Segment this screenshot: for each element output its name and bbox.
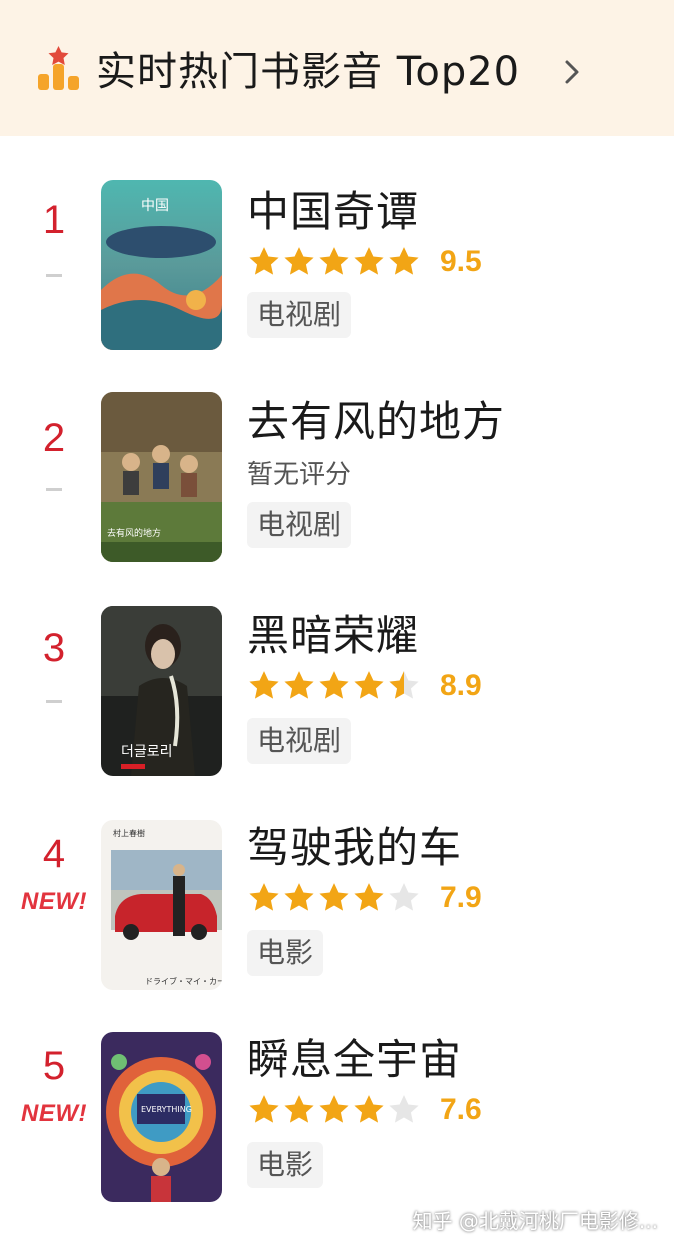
list-item[interactable]: 4 NEW! 村上春樹 ドライブ・マイ・カー 驾驶我的车 7.9 电影 bbox=[0, 776, 674, 990]
watermark: 知乎 @北戴河桃厂电影修... bbox=[412, 1209, 658, 1233]
list-item[interactable]: 1 中国 中国奇谭 9.5 电视剧 bbox=[0, 136, 674, 350]
svg-text:中国: 中国 bbox=[141, 198, 169, 214]
trend-flat-icon bbox=[46, 274, 62, 277]
rating-score: 7.9 bbox=[440, 881, 482, 914]
star-filled-icon bbox=[319, 1095, 349, 1123]
star-filled-icon bbox=[354, 1095, 384, 1123]
rating-stars bbox=[247, 1092, 422, 1128]
svg-text:EVERYTHING: EVERYTHING bbox=[141, 1105, 192, 1114]
svg-text:ドライブ・マイ・カー: ドライブ・マイ・カー bbox=[145, 976, 222, 986]
poster-artwork: 去有风的地方 bbox=[101, 392, 222, 562]
ranking-chart-icon bbox=[38, 46, 79, 90]
star-filled-icon bbox=[319, 883, 349, 911]
poster-artwork: EVERYTHING bbox=[101, 1032, 222, 1202]
poster-artwork: 더글로리 bbox=[101, 606, 222, 776]
poster-artwork: 村上春樹 ドライブ・マイ・カー bbox=[101, 820, 222, 990]
star-filled-icon bbox=[284, 247, 314, 275]
star-filled-icon bbox=[354, 247, 384, 275]
list-item[interactable]: 3 더글로리 黑暗荣耀 8.9 电视剧 bbox=[0, 562, 674, 776]
rating-score: 9.5 bbox=[440, 245, 482, 278]
rating-score: 7.6 bbox=[440, 1093, 482, 1126]
star-empty-icon bbox=[389, 1095, 419, 1123]
star-filled-icon bbox=[354, 671, 384, 699]
new-badge: NEW! bbox=[21, 1100, 87, 1127]
list-item[interactable]: 2 去有风的地方 去有风的地方 暂无评分 电视剧 bbox=[0, 348, 674, 562]
rating-stars bbox=[247, 880, 422, 916]
svg-text:村上春樹: 村上春樹 bbox=[113, 828, 145, 838]
star-filled-icon bbox=[249, 671, 279, 699]
star-empty-icon bbox=[389, 883, 419, 911]
poster-image[interactable]: 村上春樹 ドライブ・マイ・カー bbox=[101, 820, 222, 990]
trend-flat-icon bbox=[46, 700, 62, 703]
rank-number: 5 bbox=[42, 1044, 66, 1088]
rank-number: 4 bbox=[42, 832, 66, 876]
star-filled-icon bbox=[249, 1095, 279, 1123]
new-badge: NEW! bbox=[21, 888, 87, 915]
rank-number: 3 bbox=[42, 626, 66, 670]
item-title[interactable]: 中国奇谭 bbox=[247, 184, 419, 240]
no-rating-text: 暂无评分 bbox=[247, 460, 352, 490]
category-tag: 电视剧 bbox=[247, 502, 352, 548]
star-filled-icon bbox=[389, 247, 419, 275]
trend-flat-icon bbox=[46, 488, 62, 491]
star-filled-icon bbox=[284, 883, 314, 911]
item-title[interactable]: 去有风的地方 bbox=[247, 394, 505, 450]
star-filled-icon bbox=[284, 1095, 314, 1123]
poster-image[interactable]: 中国 bbox=[101, 180, 222, 350]
svg-text:去有风的地方: 去有风的地方 bbox=[107, 527, 161, 539]
poster-artwork: 中国 bbox=[101, 180, 222, 350]
star-filled-icon bbox=[249, 247, 279, 275]
star-filled-icon bbox=[284, 671, 314, 699]
star-filled-icon bbox=[319, 247, 349, 275]
chevron-right-icon[interactable] bbox=[562, 56, 584, 88]
star-filled-icon bbox=[249, 883, 279, 911]
poster-image[interactable]: 더글로리 bbox=[101, 606, 222, 776]
star-filled-icon bbox=[319, 671, 349, 699]
item-title[interactable]: 黑暗荣耀 bbox=[247, 608, 419, 664]
rating-stars bbox=[247, 668, 422, 704]
item-title[interactable]: 瞬息全宇宙 bbox=[247, 1032, 462, 1088]
rating-stars bbox=[247, 244, 422, 280]
rating-score: 8.9 bbox=[440, 669, 482, 702]
category-tag: 电影 bbox=[247, 930, 324, 976]
list-item[interactable]: 5 NEW! EVERYTHING 瞬息全宇宙 7.6 电影 bbox=[0, 988, 674, 1202]
rank-number: 2 bbox=[42, 416, 66, 460]
item-title[interactable]: 驾驶我的车 bbox=[247, 820, 462, 876]
top20-header[interactable]: 实时热门书影音 Top20 bbox=[0, 0, 674, 136]
star-half-icon bbox=[389, 671, 419, 699]
svg-text:더글로리: 더글로리 bbox=[121, 744, 173, 760]
category-tag: 电视剧 bbox=[247, 292, 352, 338]
poster-image[interactable]: 去有风的地方 bbox=[101, 392, 222, 562]
star-filled-icon bbox=[354, 883, 384, 911]
category-tag: 电影 bbox=[247, 1142, 324, 1188]
header-title: 实时热门书影音 Top20 bbox=[96, 49, 521, 95]
poster-image[interactable]: EVERYTHING bbox=[101, 1032, 222, 1202]
rank-number: 1 bbox=[42, 198, 66, 242]
category-tag: 电视剧 bbox=[247, 718, 352, 764]
